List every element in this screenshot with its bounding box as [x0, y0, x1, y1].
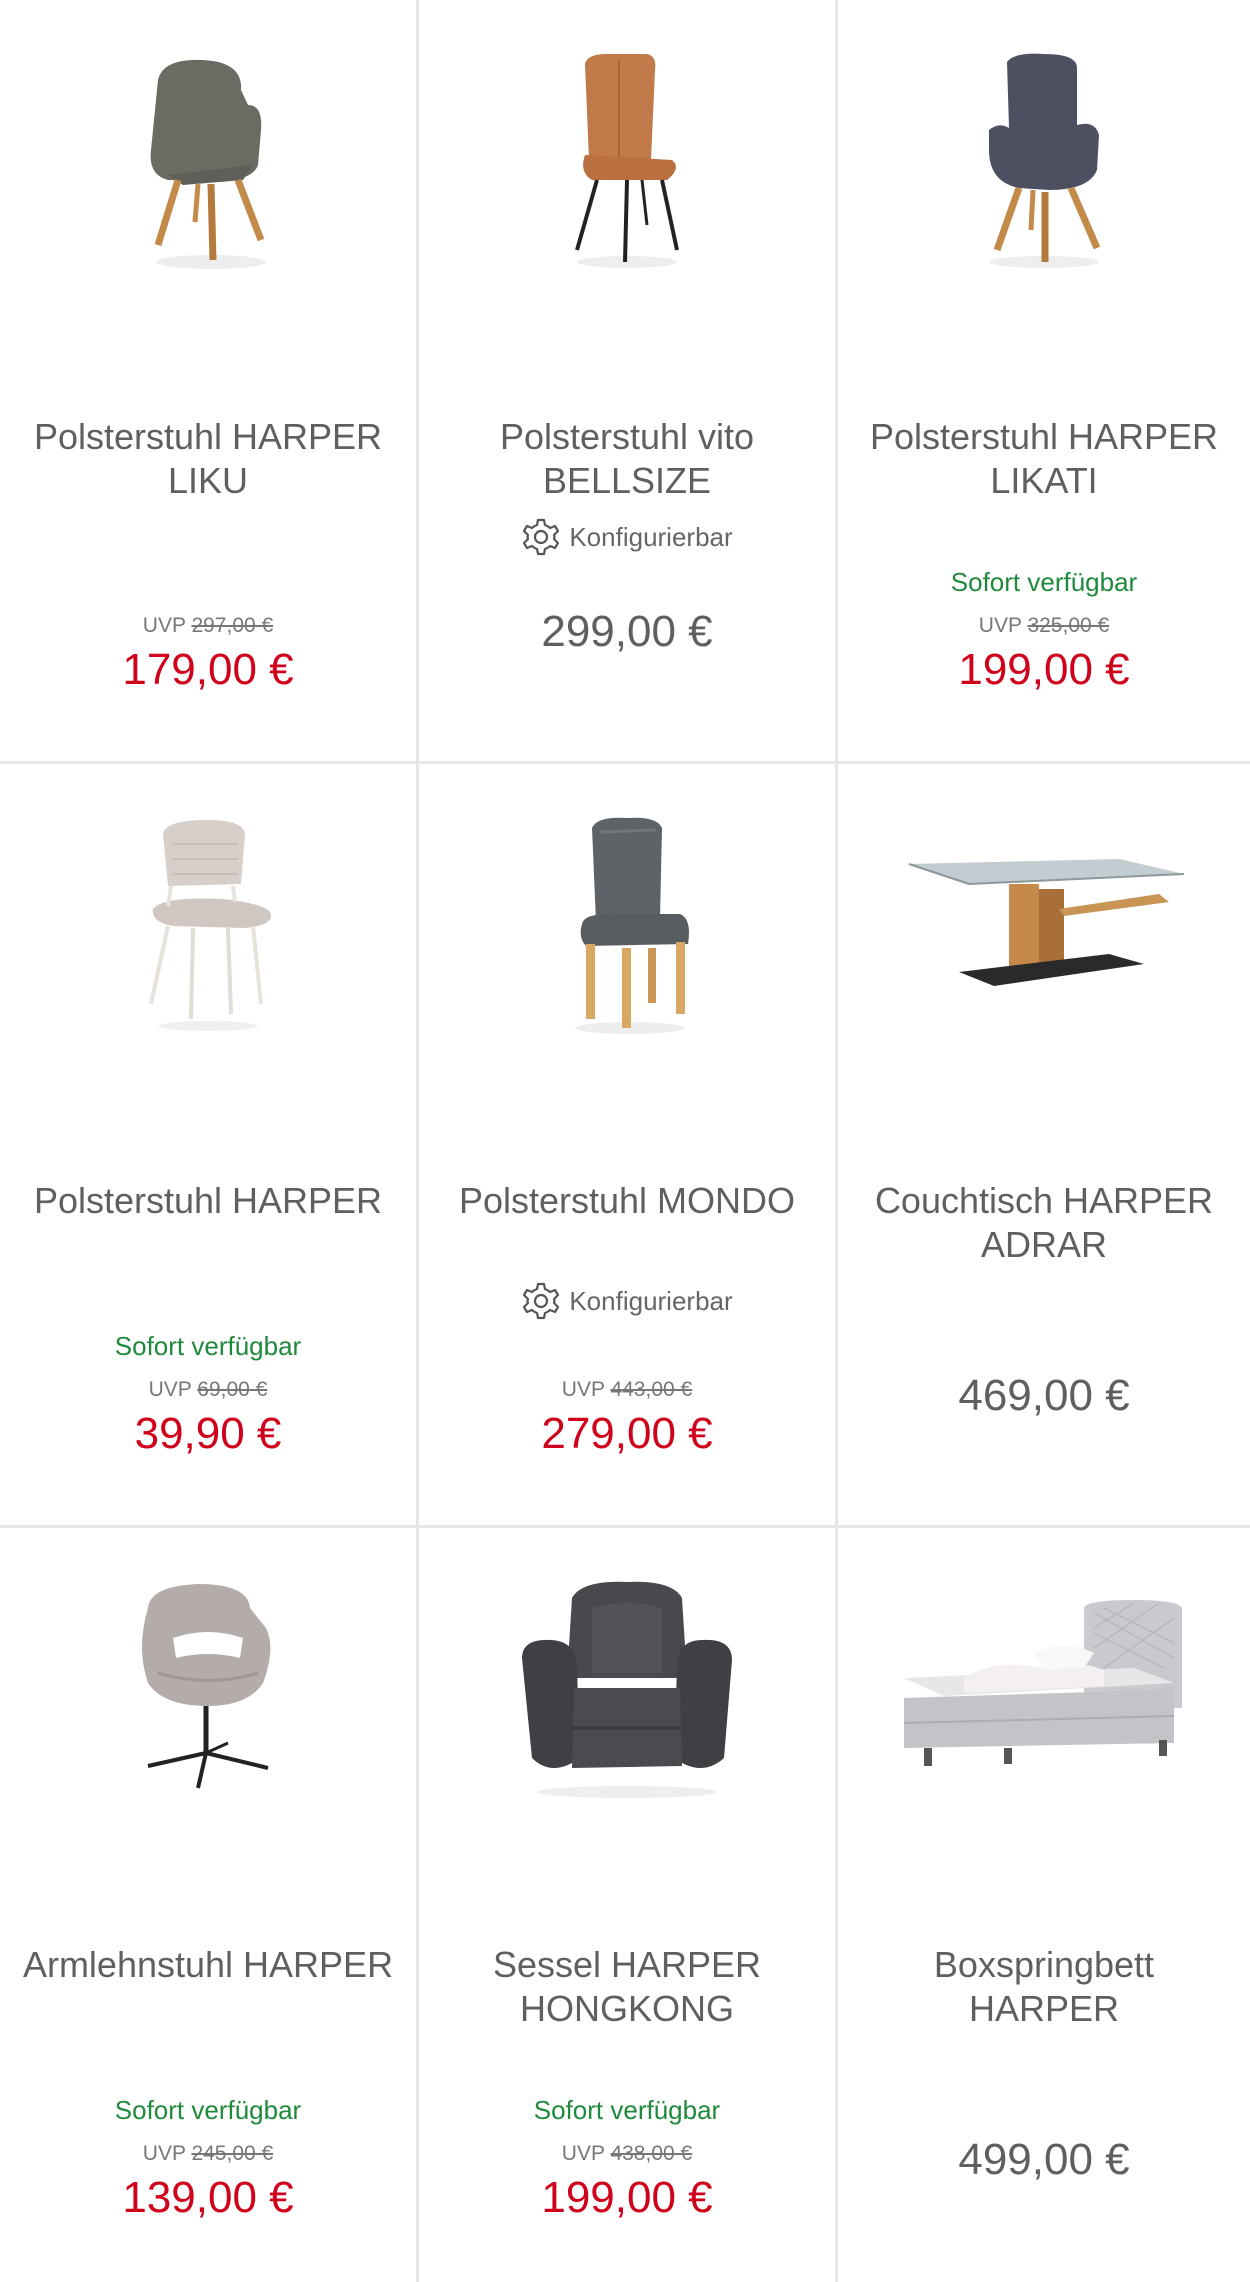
- product-image[interactable]: [419, 804, 835, 1054]
- availability-label: Sofort verfügbar: [114, 2095, 302, 2125]
- product-card-vito-bellsize[interactable]: Polsterstuhl vito BELLSIZE Konfigurierba…: [419, 0, 838, 764]
- uvp-price: UVP 325,00 €: [978, 614, 1110, 637]
- product-card-harper-liku[interactable]: Polsterstuhl HARPER LIKU UVP 297,00 € 17…: [0, 0, 419, 764]
- product-title[interactable]: Polsterstuhl MONDO: [439, 1179, 815, 1223]
- product-title[interactable]: Polsterstuhl HARPER LIKATI: [858, 415, 1230, 503]
- armchair-image: [150, 59, 266, 269]
- product-image[interactable]: [419, 1568, 835, 1818]
- sale-price: 39,90 €: [134, 1409, 282, 1458]
- product-grid: Polsterstuhl HARPER LIKU UVP 297,00 € 17…: [0, 0, 1250, 2282]
- product-image[interactable]: [0, 804, 416, 1054]
- product-image[interactable]: [0, 1568, 416, 1818]
- product-card-armlehnstuhl-harper[interactable]: Armlehnstuhl HARPER Sofort verfügbar UVP…: [0, 1528, 419, 2282]
- product-title[interactable]: Armlehnstuhl HARPER: [20, 1943, 396, 1987]
- product-image[interactable]: [838, 40, 1250, 290]
- product-image[interactable]: [419, 40, 835, 290]
- swivel-chair-image: [142, 1584, 271, 1789]
- product-title[interactable]: Boxspringbett HARPER: [858, 1943, 1230, 2031]
- availability-label: Sofort verfügbar: [533, 2095, 721, 2125]
- availability-label: Sofort verfügbar: [950, 567, 1138, 597]
- uvp-price: UVP 245,00 €: [142, 2142, 274, 2165]
- product-title[interactable]: Polsterstuhl vito BELLSIZE: [439, 415, 815, 503]
- product-card-boxspringbett-harper[interactable]: Boxspringbett HARPER 499,00 €: [838, 1528, 1250, 2282]
- product-title[interactable]: Couchtisch HARPER ADRAR: [858, 1179, 1230, 1267]
- product-title[interactable]: Polsterstuhl HARPER: [20, 1179, 396, 1223]
- chair-image: [575, 54, 679, 268]
- gear-icon: [523, 518, 560, 556]
- price: 299,00 €: [541, 607, 713, 656]
- product-image[interactable]: [838, 804, 1250, 1054]
- product-title[interactable]: Polsterstuhl HARPER LIKU: [20, 415, 396, 503]
- recliner-image: [522, 1581, 732, 1798]
- uvp-price: UVP 443,00 €: [561, 1378, 693, 1401]
- gear-icon: [523, 1282, 560, 1320]
- sale-price: 179,00 €: [122, 645, 294, 694]
- product-card-harper-likati[interactable]: Polsterstuhl HARPER LIKATI Sofort verfüg…: [838, 0, 1250, 764]
- uvp-price: UVP 297,00 €: [142, 614, 274, 637]
- product-card-harper[interactable]: Polsterstuhl HARPER Sofort verfügbar UVP…: [0, 764, 419, 1528]
- sale-price: 199,00 €: [541, 2173, 713, 2222]
- product-card-sessel-hongkong[interactable]: Sessel HARPER HONGKONG Sofort verfügbar …: [419, 1528, 838, 2282]
- sale-price: 279,00 €: [541, 1409, 713, 1458]
- sale-price: 199,00 €: [958, 645, 1130, 694]
- product-card-couchtisch-adrar[interactable]: Couchtisch HARPER ADRAR 469,00 €: [838, 764, 1250, 1528]
- uvp-price: UVP 69,00 €: [148, 1378, 268, 1401]
- product-image[interactable]: [838, 1568, 1250, 1818]
- chair-image: [575, 817, 689, 1034]
- armchair-image: [989, 53, 1101, 268]
- configurable-label: Konfigurierbar: [419, 517, 835, 557]
- bed-image: [904, 1600, 1182, 1766]
- sale-price: 139,00 €: [122, 2173, 294, 2222]
- chair-image: [149, 820, 272, 1031]
- availability-label: Sofort verfügbar: [114, 1331, 302, 1361]
- uvp-price: UVP 438,00 €: [561, 2142, 693, 2165]
- product-card-mondo[interactable]: Polsterstuhl MONDO Konfigurierbar UVP 44…: [419, 764, 838, 1528]
- configurable-label: Konfigurierbar: [419, 1281, 835, 1321]
- product-image[interactable]: [0, 40, 416, 290]
- coffee-table-image: [908, 859, 1185, 986]
- product-title[interactable]: Sessel HARPER HONGKONG: [439, 1943, 815, 2031]
- price: 469,00 €: [958, 1371, 1130, 1420]
- price: 499,00 €: [958, 2135, 1130, 2184]
